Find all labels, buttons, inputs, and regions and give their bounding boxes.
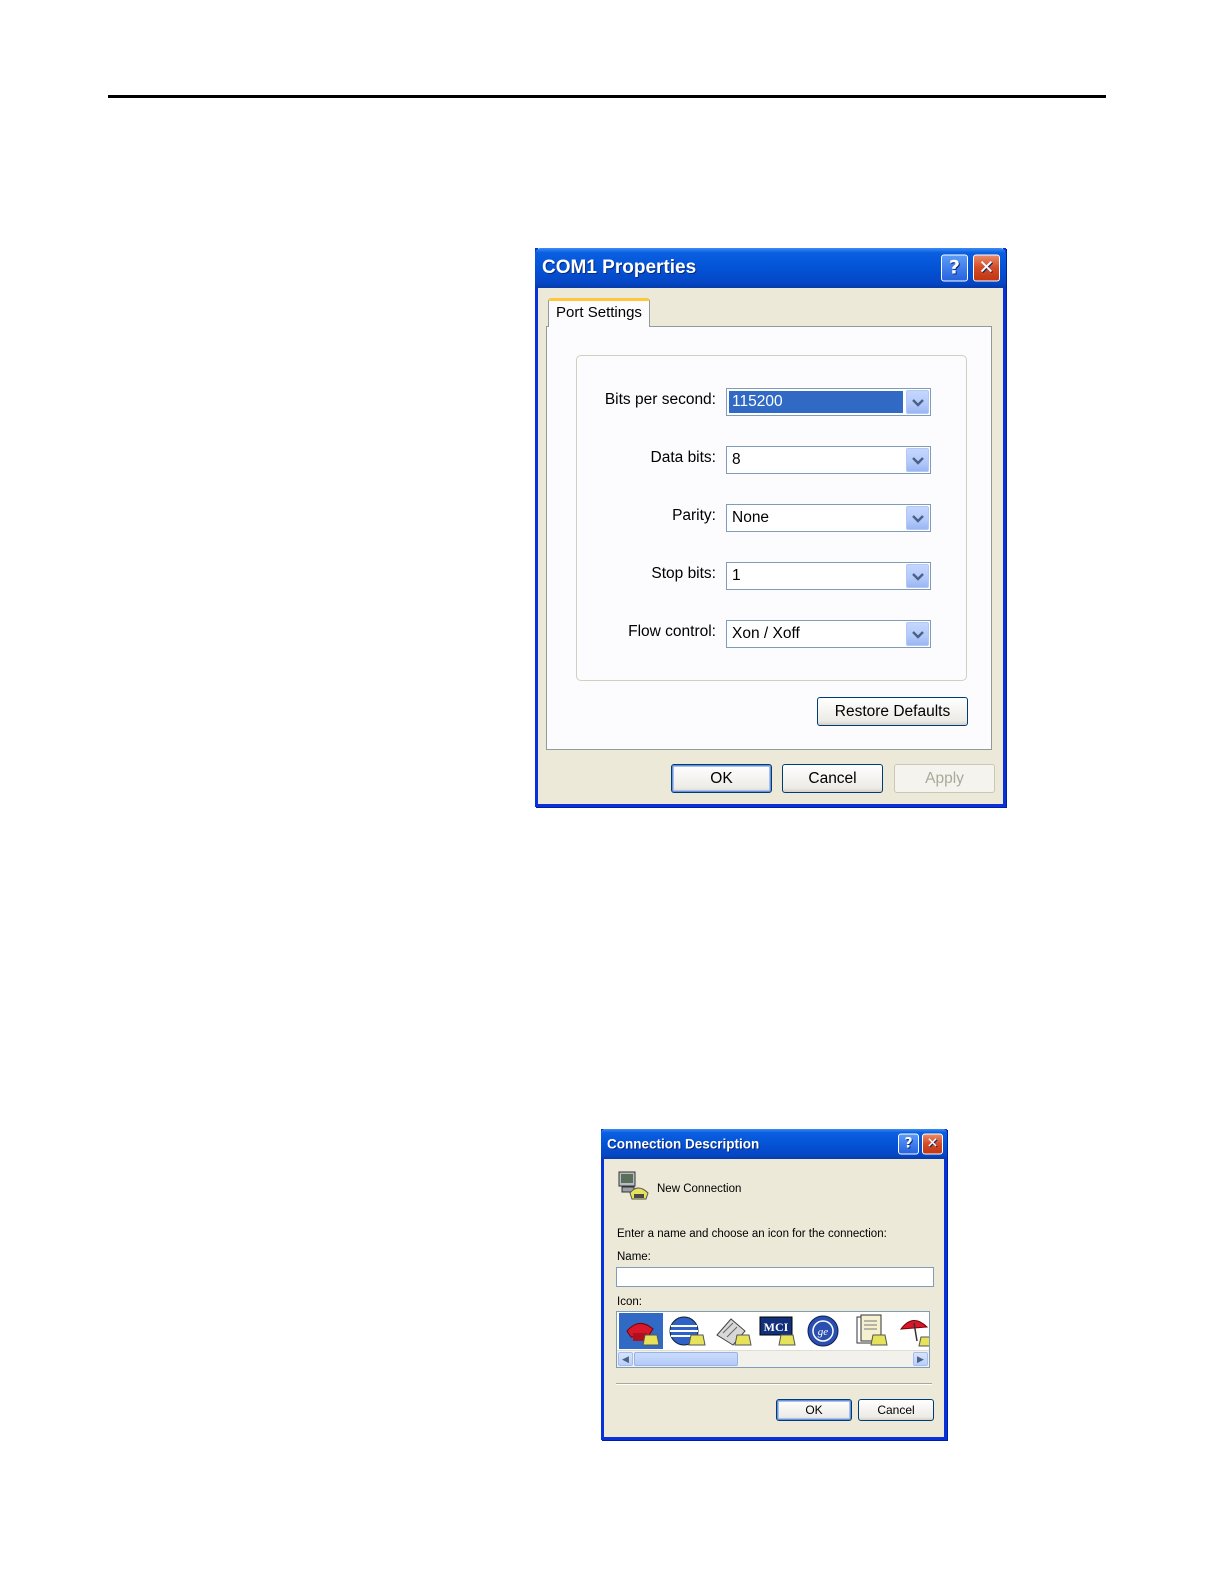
flow-control-label: Flow control: bbox=[628, 623, 716, 640]
ge-globe-icon[interactable]: ge bbox=[803, 1313, 847, 1349]
connection-description-dialog: Connection Description ? ✕ New Connectio… bbox=[601, 1129, 947, 1440]
tab-panel: Bits per second: 115200 Data bits: 8 Par… bbox=[546, 326, 992, 750]
page-rule bbox=[108, 95, 1106, 98]
dialog-title: COM1 Properties bbox=[542, 257, 697, 278]
flow-control-value: Xon / Xoff bbox=[732, 625, 800, 642]
close-button[interactable]: ✕ bbox=[922, 1133, 943, 1155]
prompt-text: Enter a name and choose an icon for the … bbox=[617, 1228, 887, 1240]
help-button[interactable]: ? bbox=[898, 1133, 919, 1155]
bits-per-second-label: Bits per second: bbox=[604, 391, 716, 408]
name-label: Name: bbox=[617, 1251, 651, 1263]
cancel-button[interactable]: Cancel bbox=[858, 1399, 934, 1421]
document-icon[interactable] bbox=[849, 1313, 893, 1349]
ok-button[interactable]: OK bbox=[671, 764, 772, 793]
stop-bits-value: 1 bbox=[732, 567, 741, 584]
new-connection-label: New Connection bbox=[657, 1183, 742, 1195]
ge-badge-text: ge bbox=[818, 1326, 829, 1338]
new-connection-icon bbox=[618, 1171, 649, 1200]
close-button[interactable]: ✕ bbox=[973, 254, 1000, 282]
name-input[interactable] bbox=[616, 1267, 934, 1287]
scroll-left-icon[interactable]: ◀ bbox=[618, 1352, 633, 1366]
data-bits-label: Data bits: bbox=[650, 449, 716, 466]
title-bar[interactable]: COM1 Properties ? ✕ bbox=[535, 248, 1006, 288]
chevron-down-icon[interactable] bbox=[906, 564, 929, 588]
com1-properties-dialog: COM1 Properties ? ✕ Port Settings Bits p… bbox=[535, 248, 1006, 807]
mci-icon[interactable]: MCI bbox=[757, 1313, 801, 1349]
restore-defaults-button[interactable]: Restore Defaults bbox=[817, 697, 968, 726]
data-bits-select[interactable]: 8 bbox=[726, 446, 931, 474]
scroll-right-icon[interactable]: ▶ bbox=[913, 1352, 928, 1366]
data-bits-value: 8 bbox=[732, 451, 741, 468]
tab-port-settings[interactable]: Port Settings bbox=[548, 298, 650, 327]
horizontal-scrollbar[interactable]: ◀ ▶ bbox=[617, 1350, 929, 1367]
fax-icon[interactable] bbox=[711, 1313, 755, 1349]
settings-group: Bits per second: 115200 Data bits: 8 Par… bbox=[576, 355, 967, 681]
dialog-title: Connection Description bbox=[607, 1136, 760, 1152]
globe-icon[interactable] bbox=[665, 1313, 709, 1349]
stop-bits-label: Stop bits: bbox=[651, 565, 716, 582]
parity-select[interactable]: None bbox=[726, 504, 931, 532]
help-button[interactable]: ? bbox=[941, 254, 968, 282]
parity-label: Parity: bbox=[672, 507, 716, 524]
flow-control-select[interactable]: Xon / Xoff bbox=[726, 620, 931, 648]
icon-label: Icon: bbox=[617, 1296, 642, 1308]
divider bbox=[616, 1383, 932, 1385]
ok-button[interactable]: OK bbox=[776, 1399, 852, 1421]
scroll-thumb[interactable] bbox=[634, 1352, 738, 1366]
red-telephone-icon[interactable] bbox=[619, 1313, 663, 1349]
bits-per-second-value: 115200 bbox=[729, 391, 903, 413]
cancel-button[interactable]: Cancel bbox=[782, 764, 883, 793]
icon-list[interactable]: MCI ge ◀ ▶ bbox=[616, 1311, 930, 1368]
chevron-down-icon[interactable] bbox=[906, 622, 929, 646]
chevron-down-icon[interactable] bbox=[906, 506, 929, 530]
parity-value: None bbox=[732, 509, 770, 526]
bits-per-second-select[interactable]: 115200 bbox=[726, 388, 931, 416]
chevron-down-icon[interactable] bbox=[906, 448, 929, 472]
mci-badge-text: MCI bbox=[764, 1320, 789, 1334]
stop-bits-select[interactable]: 1 bbox=[726, 562, 931, 590]
title-bar[interactable]: Connection Description ? ✕ bbox=[601, 1129, 947, 1159]
chevron-down-icon[interactable] bbox=[906, 390, 929, 414]
apply-button[interactable]: Apply bbox=[894, 764, 995, 793]
umbrella-icon[interactable] bbox=[895, 1313, 929, 1349]
